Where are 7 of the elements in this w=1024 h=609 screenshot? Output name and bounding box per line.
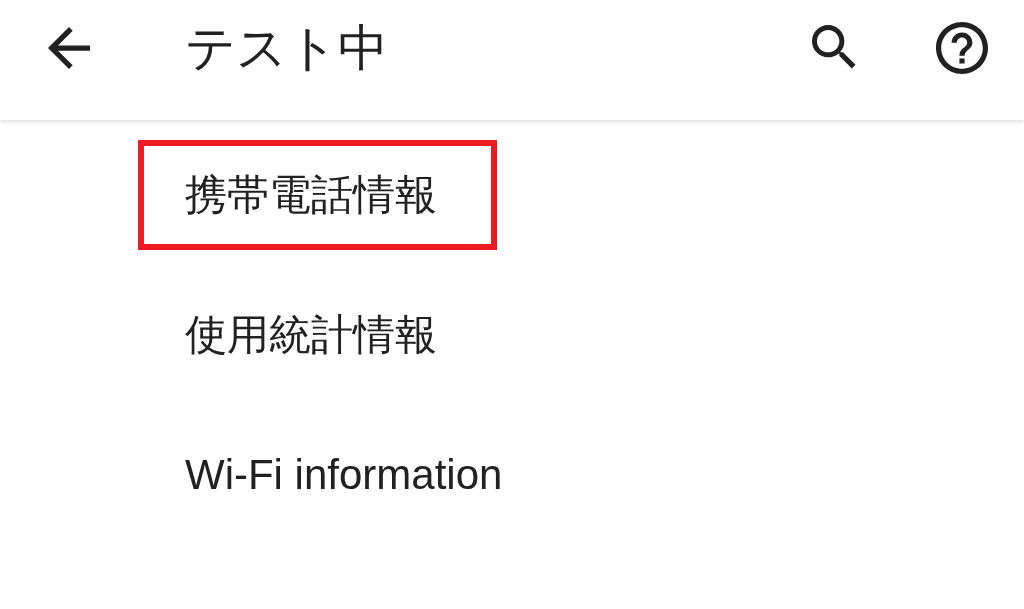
help-icon[interactable] xyxy=(936,22,988,74)
menu-item[interactable]: Wi-Fi information xyxy=(138,420,563,530)
back-arrow-icon[interactable] xyxy=(48,27,90,69)
menu-item[interactable]: 使用統計情報 xyxy=(138,280,497,390)
screen-title: テスト中 xyxy=(185,18,388,78)
search-icon[interactable] xyxy=(812,25,858,71)
menu-item[interactable]: 携帯電話情報 xyxy=(138,140,497,250)
